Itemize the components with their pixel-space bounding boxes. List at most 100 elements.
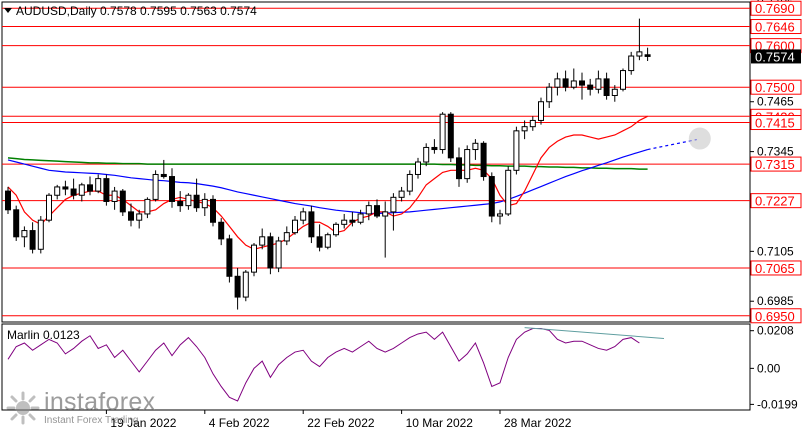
candle-body xyxy=(46,194,52,221)
candle-body xyxy=(620,70,626,90)
candle-body xyxy=(267,236,274,269)
x-tick-label: 22 Feb 2022 xyxy=(307,416,375,430)
candle-body xyxy=(29,230,36,250)
x-tick-label: 10 Mar 2022 xyxy=(406,416,474,430)
candle-body xyxy=(119,190,126,213)
level-badge-label-0.7646: 0.7646 xyxy=(755,20,795,35)
level-badge-label-0.7227: 0.7227 xyxy=(755,194,795,209)
candle-body xyxy=(95,178,102,192)
osc-y-tick-label-0.0208: 0.0208 xyxy=(757,324,794,338)
candle-body xyxy=(505,169,512,215)
candle-body xyxy=(308,211,315,238)
price-chart-svg[interactable]: 0.69850.71050.73450.74650.77050.76900.76… xyxy=(0,0,805,435)
candle-body xyxy=(193,194,200,209)
candle-body xyxy=(87,184,93,192)
candle-body xyxy=(382,211,389,217)
candle-body xyxy=(144,198,151,215)
candle-body xyxy=(406,173,413,192)
candle-body xyxy=(488,176,495,217)
candle-body xyxy=(423,146,430,163)
candle-body xyxy=(210,198,216,223)
candle-body xyxy=(152,173,159,200)
marlin-title: Marlin 0.0123 xyxy=(7,328,80,342)
candle-body xyxy=(103,178,110,202)
chart-window[interactable]: 0.69850.71050.73450.74650.77050.76900.76… xyxy=(0,0,805,435)
candle-body xyxy=(439,113,446,151)
level-badge-label-0.7065: 0.7065 xyxy=(755,261,795,276)
candle-body xyxy=(587,84,594,90)
candle-body xyxy=(546,86,553,103)
candle-body xyxy=(169,176,175,202)
candle-body xyxy=(341,219,348,225)
candle-body xyxy=(234,275,241,298)
candle-body xyxy=(78,184,85,196)
level-badge-label-0.7500: 0.7500 xyxy=(755,80,795,95)
candle-body xyxy=(398,190,405,198)
candle-body xyxy=(464,149,471,180)
candle-body xyxy=(70,188,77,196)
candle-body xyxy=(521,126,528,132)
candle-body xyxy=(316,236,323,248)
candle-body xyxy=(365,205,372,215)
candle-body xyxy=(513,130,520,171)
level-badge-label-0.7315: 0.7315 xyxy=(755,157,795,172)
candle-body xyxy=(259,236,266,246)
candle-body xyxy=(292,219,298,234)
candle-body xyxy=(201,198,208,209)
candle-body xyxy=(21,230,28,238)
osc-y-tick-label-0.00: 0.00 xyxy=(757,361,781,375)
x-tick-label: 4 Feb 2022 xyxy=(209,416,270,430)
candle-body xyxy=(628,55,635,72)
candle-body xyxy=(538,101,544,121)
candle-body xyxy=(13,209,20,238)
candle-body xyxy=(177,200,184,207)
candle-body xyxy=(472,142,479,151)
candle-body xyxy=(275,240,282,269)
candle-body xyxy=(300,211,307,221)
candle-body xyxy=(374,205,380,217)
candle-body xyxy=(644,54,651,57)
candle-body xyxy=(579,80,585,86)
candle-body xyxy=(111,190,118,202)
candle-body xyxy=(447,113,454,159)
candle-body xyxy=(349,219,356,223)
candle-body xyxy=(611,88,618,97)
candle-body xyxy=(333,223,339,236)
x-tick-label: 28 Mar 2022 xyxy=(504,416,572,430)
candle-body xyxy=(480,142,487,178)
chart-header-symbol: AUDUSD,Daily 0.7578 0.7595 0.7563 0.7574 xyxy=(16,4,257,18)
candle-body xyxy=(185,194,192,207)
candle-body xyxy=(456,157,462,180)
candle-body xyxy=(415,161,421,175)
target-circle xyxy=(688,127,711,150)
main-plot-frame xyxy=(1,1,751,323)
candle-body xyxy=(128,211,134,221)
candle-body xyxy=(62,186,69,190)
candle-body xyxy=(390,196,397,213)
candle-body xyxy=(242,271,249,298)
x-tick-label: 19 Jan 2022 xyxy=(110,416,176,430)
candle-body xyxy=(357,213,364,223)
candle-body xyxy=(570,80,577,88)
candle-body xyxy=(603,78,610,97)
candle-body xyxy=(218,221,225,240)
candle-body xyxy=(283,232,290,242)
y-tick-label-0.6985: 0.6985 xyxy=(757,294,794,308)
y-tick-label-0.7105: 0.7105 xyxy=(757,244,794,258)
candle-body xyxy=(54,186,61,196)
candle-body xyxy=(497,213,503,217)
current-price-label: 0.7574 xyxy=(755,49,795,64)
candle-body xyxy=(431,146,438,151)
candle-body xyxy=(562,78,569,88)
candle-body xyxy=(636,51,643,57)
candle-body xyxy=(5,190,11,211)
candle-body xyxy=(37,219,44,250)
candle-body xyxy=(160,173,167,178)
candle-body xyxy=(251,244,257,273)
level-badge-label-0.6950: 0.6950 xyxy=(755,309,795,324)
candle-body xyxy=(595,78,602,90)
y-tick-label-0.7465: 0.7465 xyxy=(757,95,794,109)
candle-body xyxy=(226,238,233,277)
candle-body xyxy=(136,213,143,221)
level-badge-label-0.7415: 0.7415 xyxy=(755,116,795,131)
